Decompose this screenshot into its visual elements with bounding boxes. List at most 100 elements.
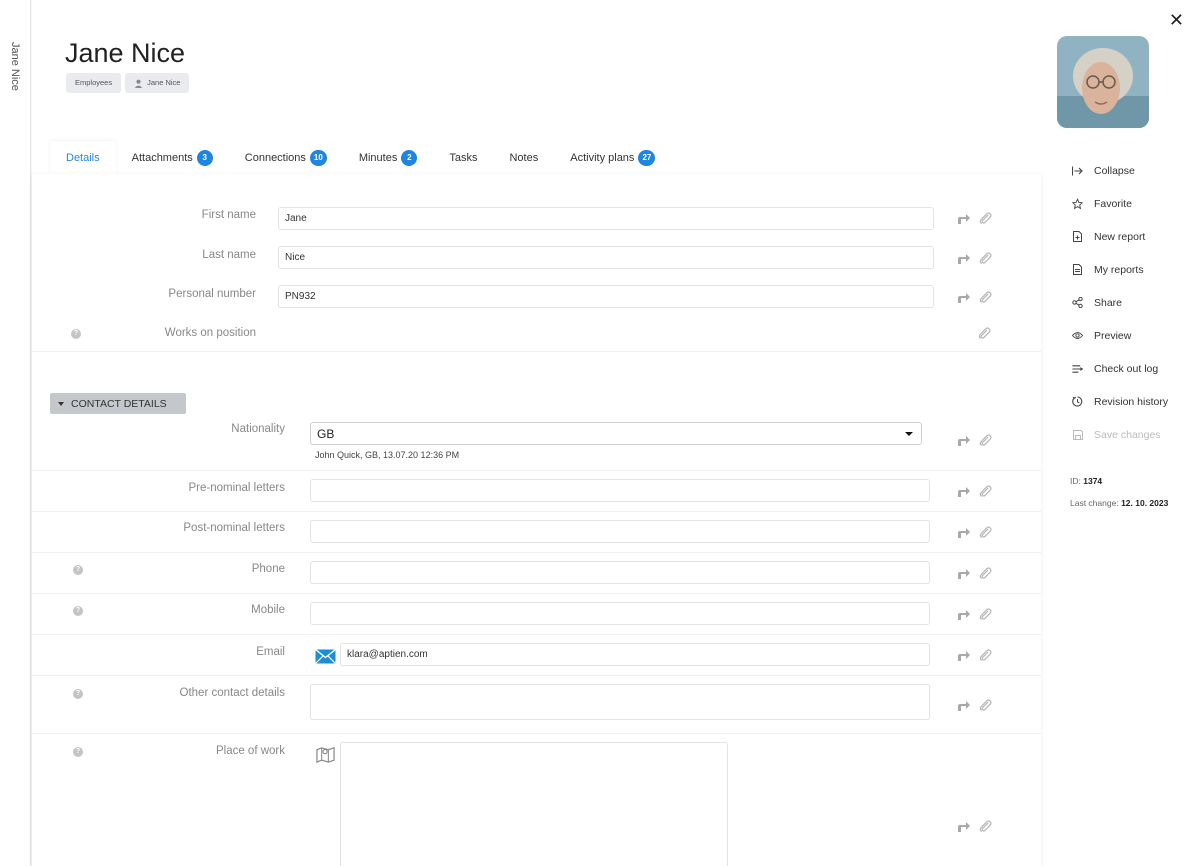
new-report-button[interactable]: New report <box>1072 220 1200 253</box>
envelope-icon[interactable] <box>315 649 336 664</box>
breadcrumb-person[interactable]: Jane Nice <box>125 73 190 93</box>
tab-bar: Details Attachments 3 Connections 10 Minut… <box>50 141 671 174</box>
last-name-field[interactable]: Nice <box>278 246 934 269</box>
collapse-button[interactable]: Collapse <box>1072 154 1200 187</box>
place-of-work-label: Place of work <box>215 745 285 757</box>
paperclip-icon[interactable] <box>979 291 992 304</box>
other-contact-field[interactable] <box>310 684 930 720</box>
caret-down-icon <box>58 401 64 406</box>
tab-notes[interactable]: Notes <box>493 141 554 174</box>
person-icon <box>134 79 143 88</box>
personal-number-field[interactable]: PN932 <box>278 285 934 308</box>
eye-icon <box>1072 332 1083 339</box>
paperclip-icon[interactable] <box>979 699 992 712</box>
email-field[interactable]: klara@aptien.com <box>340 643 930 666</box>
first-name-row: First name Jane <box>32 202 1041 235</box>
tab-activity-plans[interactable]: Activity plans 27 <box>554 141 671 174</box>
history-icon[interactable] <box>957 253 971 265</box>
tab-minutes[interactable]: Minutes 2 <box>343 141 434 174</box>
tab-tasks[interactable]: Tasks <box>433 141 493 174</box>
record-actions-menu: Collapse Favorite New report My reports … <box>1072 154 1200 451</box>
paperclip-icon[interactable] <box>978 327 991 340</box>
paperclip-icon[interactable] <box>979 567 992 580</box>
history-icon[interactable] <box>957 292 971 304</box>
paperclip-icon[interactable] <box>979 526 992 539</box>
help-icon[interactable]: ? <box>73 747 83 757</box>
tab-details[interactable]: Details <box>50 141 116 174</box>
field-actions <box>957 291 992 304</box>
paperclip-icon[interactable] <box>979 212 992 225</box>
paperclip-icon[interactable] <box>979 820 992 833</box>
phone-label: Phone <box>251 563 285 575</box>
email-row: Email klara@aptien.com <box>32 635 1041 676</box>
post-nominal-row: Post-nominal letters <box>32 512 1041 553</box>
avatar[interactable] <box>1057 36 1149 128</box>
place-of-work-map[interactable] <box>340 742 728 866</box>
field-actions <box>957 526 992 539</box>
nationality-select[interactable]: GB <box>310 422 922 445</box>
history-icon[interactable] <box>957 609 971 621</box>
preview-button[interactable]: Preview <box>1072 319 1200 352</box>
field-actions <box>957 212 992 225</box>
record-metadata: ID: 1374 Last change: 12. 10. 2023 <box>1070 476 1169 508</box>
history-icon[interactable] <box>957 568 971 580</box>
history-icon[interactable] <box>957 821 971 833</box>
last-change-date: 12. 10. 2023 <box>1121 498 1169 508</box>
first-name-label: First name <box>201 209 256 221</box>
field-actions <box>957 820 992 833</box>
favorite-button[interactable]: Favorite <box>1072 187 1200 220</box>
history-icon[interactable] <box>957 213 971 225</box>
field-actions <box>957 699 992 712</box>
page-title: Jane Nice <box>65 38 186 68</box>
history-icon[interactable] <box>957 700 971 712</box>
field-actions <box>957 434 992 447</box>
history-icon[interactable] <box>957 527 971 539</box>
paperclip-icon[interactable] <box>979 252 992 265</box>
paperclip-icon[interactable] <box>979 434 992 447</box>
log-icon <box>1072 364 1083 373</box>
phone-row: ? Phone <box>32 553 1041 594</box>
star-icon <box>1072 197 1083 209</box>
pre-nominal-field[interactable] <box>310 479 930 502</box>
field-actions <box>957 252 992 265</box>
works-on-position-label: Works on position <box>164 327 256 339</box>
history-icon[interactable] <box>957 435 971 447</box>
save-changes-button[interactable]: Save changes <box>1072 418 1200 451</box>
history-icon[interactable] <box>957 650 971 662</box>
close-icon[interactable]: ✕ <box>1169 11 1184 29</box>
share-button[interactable]: Share <box>1072 286 1200 319</box>
my-reports-button[interactable]: My reports <box>1072 253 1200 286</box>
tab-connections[interactable]: Connections 10 <box>229 141 343 174</box>
mobile-row: ? Mobile <box>32 594 1041 635</box>
first-name-field[interactable]: Jane <box>278 207 934 230</box>
breadcrumb-employees[interactable]: Employees <box>66 73 122 93</box>
other-contact-label: Other contact details <box>179 687 285 699</box>
contact-details-toggle[interactable]: CONTACT DETAILS <box>50 393 186 414</box>
paperclip-icon[interactable] <box>979 608 992 621</box>
map-icon[interactable] <box>316 745 335 764</box>
help-icon[interactable]: ? <box>73 606 83 616</box>
check-out-log-button[interactable]: Check out log <box>1072 352 1200 385</box>
personal-number-label: Personal number <box>168 288 256 300</box>
collapsed-record-name[interactable]: Jane Nice <box>9 42 21 91</box>
personal-number-row: Personal number PN932 <box>32 281 1041 314</box>
history-icon[interactable] <box>957 486 971 498</box>
tab-badge: 2 <box>401 149 418 166</box>
details-form: First name Jane Last name Nice Personal … <box>32 174 1041 866</box>
revision-history-button[interactable]: Revision history <box>1072 385 1200 418</box>
place-of-work-row: ? Place of work <box>32 734 1041 866</box>
paperclip-icon[interactable] <box>979 485 992 498</box>
help-icon[interactable]: ? <box>73 565 83 575</box>
post-nominal-label: Post-nominal letters <box>183 522 285 534</box>
mobile-field[interactable] <box>310 602 930 625</box>
last-name-label: Last name <box>202 249 256 261</box>
field-actions <box>957 567 992 580</box>
tab-attachments[interactable]: Attachments 3 <box>116 141 229 174</box>
help-icon[interactable]: ? <box>71 329 81 339</box>
phone-field[interactable] <box>310 561 930 584</box>
help-icon[interactable]: ? <box>73 689 83 699</box>
paperclip-icon[interactable] <box>979 649 992 662</box>
field-actions <box>957 608 992 621</box>
post-nominal-field[interactable] <box>310 520 930 543</box>
collapsed-record-strip[interactable]: Jane Nice <box>0 0 31 866</box>
